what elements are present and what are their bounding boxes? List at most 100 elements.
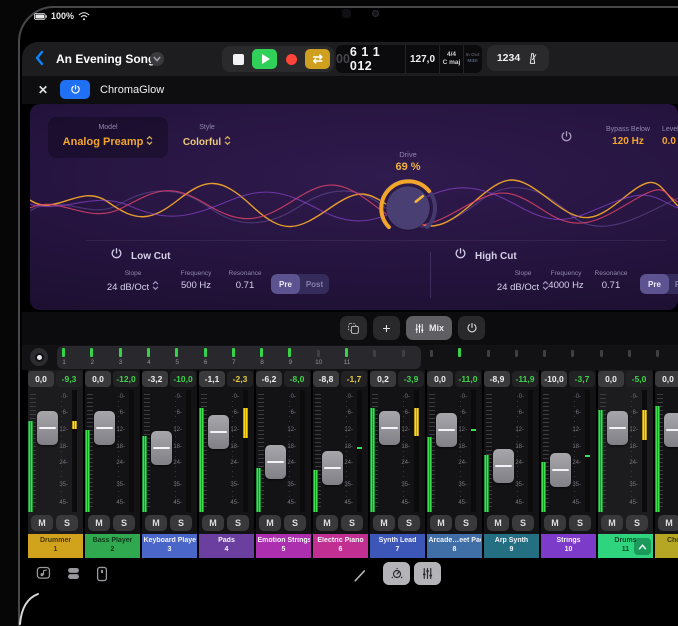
overview-slot[interactable] (590, 347, 614, 368)
mixer-power-button[interactable] (458, 316, 485, 340)
library-icon[interactable] (66, 566, 81, 586)
overview-slot[interactable]: 11 (335, 347, 359, 368)
low-cut-slope[interactable]: Slope 24 dB/Oct (102, 270, 164, 294)
track-name-cell[interactable]: Strings10 (541, 534, 596, 558)
count-in-button[interactable]: 1234 (497, 52, 520, 64)
overview-slot[interactable]: 8 (250, 347, 274, 368)
low-cut-resonance[interactable]: Resonance 0.71 (222, 270, 268, 291)
track-name-cell[interactable]: Pads4 (199, 534, 254, 558)
peak-value[interactable]: -3,7 (569, 371, 595, 387)
model-select[interactable]: Model Analog Preamp (48, 117, 168, 158)
solo-button[interactable]: S (569, 515, 591, 531)
volume-value[interactable]: 0,0 (85, 371, 111, 387)
fader-handle[interactable] (550, 453, 571, 487)
overview-slot[interactable] (477, 347, 501, 368)
post-option[interactable]: Post (300, 274, 329, 294)
overview-slot[interactable]: 5 (165, 347, 189, 368)
metronome-icon[interactable] (526, 52, 539, 65)
peak-value[interactable]: -1,7 (341, 371, 367, 387)
track-name-cell[interactable]: Emotion Strings5 (256, 534, 311, 558)
smart-controls-button[interactable] (383, 562, 410, 585)
close-plugin-button[interactable]: ✕ (38, 83, 48, 97)
solo-button[interactable]: S (170, 515, 192, 531)
fader-handle[interactable] (493, 449, 514, 483)
overview-slot[interactable] (646, 347, 670, 368)
volume-value[interactable]: 0,0 (655, 371, 678, 387)
mute-button[interactable]: M (544, 515, 566, 531)
project-menu-button[interactable] (150, 52, 164, 66)
track-name-cell[interactable]: Chorus V12 (655, 534, 678, 558)
drive-knob[interactable] (376, 176, 440, 240)
low-cut-power-icon[interactable] (110, 247, 123, 265)
mute-button[interactable]: M (259, 515, 281, 531)
peak-value[interactable]: -10,0 (170, 371, 196, 387)
overview-slot[interactable] (448, 347, 472, 368)
fader-handle[interactable] (322, 451, 343, 485)
volume-value[interactable]: -3,2 (142, 371, 168, 387)
collapse-track-button[interactable] (634, 538, 651, 555)
peak-value[interactable]: -9,3 (56, 371, 82, 387)
cycle-button[interactable]: ⇄ (305, 49, 330, 69)
overview-slot[interactable]: 6 (194, 347, 218, 368)
overview-slot[interactable]: 4 (137, 347, 161, 368)
mixer-view-button[interactable] (414, 562, 441, 585)
overview-slot[interactable] (561, 347, 585, 368)
mixer-overview-strip[interactable]: 1234567891011 (22, 345, 678, 370)
overview-slot[interactable]: 9 (278, 347, 302, 368)
fader-handle[interactable] (607, 411, 628, 445)
track-name-cell[interactable]: Bass Player2 (85, 534, 140, 558)
solo-button[interactable]: S (56, 515, 78, 531)
pre-option[interactable]: Pre (271, 274, 300, 294)
solo-button[interactable]: S (455, 515, 477, 531)
high-cut-power-icon[interactable] (454, 247, 467, 265)
project-title[interactable]: An Evening Song (56, 52, 155, 66)
fader-handle[interactable] (94, 411, 115, 445)
volume-value[interactable]: -6,2 (256, 371, 282, 387)
track-name-cell[interactable]: Arcade…eet Pad8 (427, 534, 482, 558)
mute-button[interactable]: M (430, 515, 452, 531)
volume-value[interactable]: -1,1 (199, 371, 225, 387)
track-name-cell[interactable]: Arp Synth9 (484, 534, 539, 558)
solo-button[interactable]: S (512, 515, 534, 531)
style-select[interactable]: Style Colorful (168, 117, 246, 158)
volume-value[interactable]: -8,8 (313, 371, 339, 387)
solo-button[interactable]: S (284, 515, 306, 531)
play-button[interactable] (252, 49, 277, 69)
overview-slot[interactable] (618, 347, 642, 368)
overview-slot[interactable] (533, 347, 557, 368)
overview-slot[interactable] (363, 347, 387, 368)
mute-button[interactable]: M (658, 515, 678, 531)
fader-handle[interactable] (37, 411, 58, 445)
solo-button[interactable]: S (113, 515, 135, 531)
overview-slot[interactable]: 1 (52, 347, 76, 368)
fader-handle[interactable] (436, 413, 457, 447)
volume-value[interactable]: 0,0 (598, 371, 624, 387)
track-name-cell[interactable]: Drummer1 (28, 534, 83, 558)
overview-slot[interactable]: 3 (109, 347, 133, 368)
solo-button[interactable]: S (626, 515, 648, 531)
post-option[interactable]: Post (669, 274, 678, 294)
lcd-display[interactable]: 00 6 1 1 012 127,0 4/4 C maj In Out MIDI (336, 45, 482, 73)
pencil-icon[interactable] (353, 568, 368, 588)
overview-slot[interactable] (420, 347, 444, 368)
level-control[interactable]: Level 0.0 (654, 126, 678, 147)
track-name-cell[interactable]: Electric Piano6 (313, 534, 368, 558)
peak-value[interactable]: -2,3 (227, 371, 253, 387)
duplicate-button[interactable] (340, 316, 367, 340)
track-name-cell[interactable]: Synth Lead7 (370, 534, 425, 558)
back-button[interactable] (34, 50, 44, 66)
peak-value[interactable]: -11,0 (455, 371, 481, 387)
record-button[interactable] (279, 49, 304, 69)
fader-handle[interactable] (664, 413, 678, 447)
mute-button[interactable]: M (487, 515, 509, 531)
mute-button[interactable]: M (31, 515, 53, 531)
fader-handle[interactable] (208, 415, 229, 449)
overview-slot[interactable]: 10 (307, 347, 331, 368)
peak-value[interactable]: -8,0 (284, 371, 310, 387)
overview-slot[interactable]: 2 (80, 347, 104, 368)
plugin-power-button[interactable] (60, 80, 90, 99)
high-cut-resonance[interactable]: Resonance 0.71 (588, 270, 634, 291)
pre-option[interactable]: Pre (640, 274, 669, 294)
add-button[interactable]: + (373, 316, 400, 340)
peak-value[interactable]: -12,0 (113, 371, 139, 387)
